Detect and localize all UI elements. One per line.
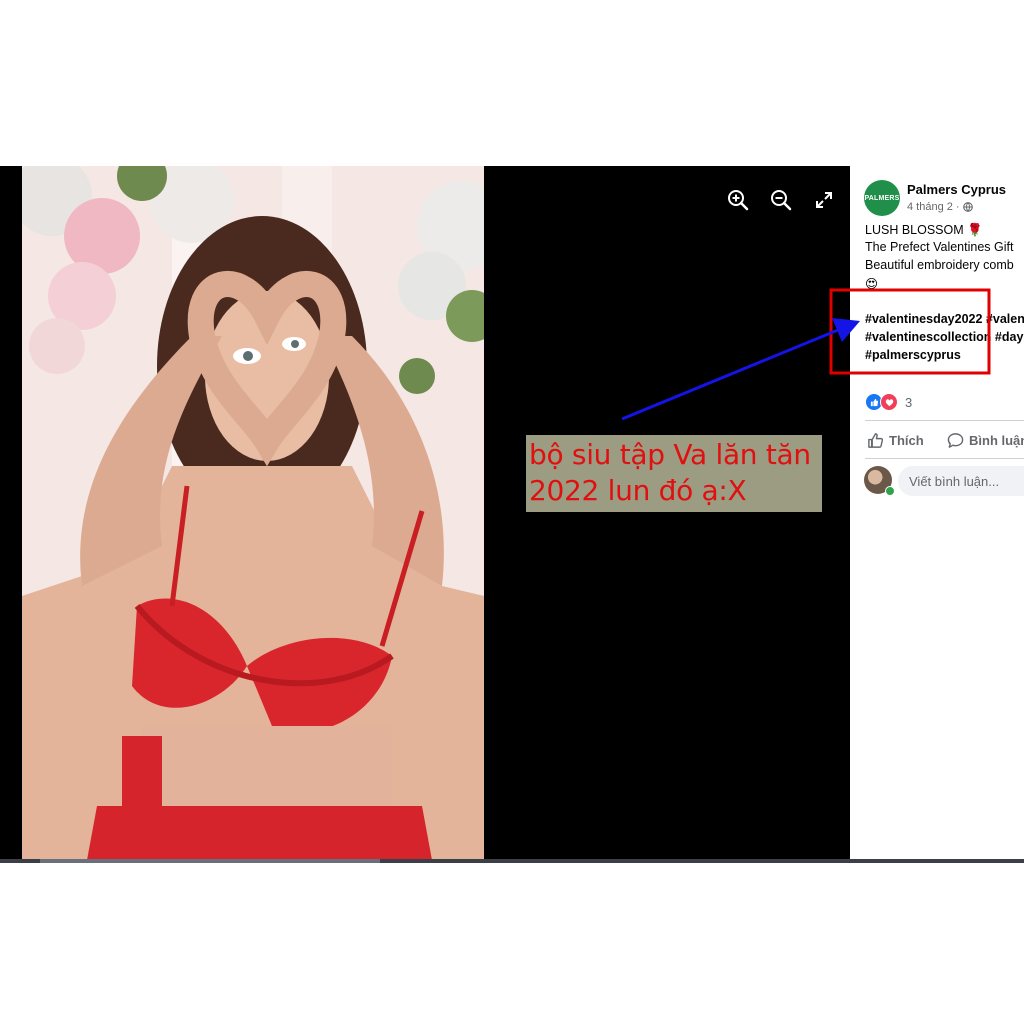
zoom-out-icon <box>771 190 792 211</box>
fullscreen-button[interactable] <box>810 186 838 214</box>
page-name[interactable]: Palmers Cyprus <box>907 182 1006 197</box>
zoom-in-button[interactable] <box>724 186 752 214</box>
hashtag-line[interactable]: #valentinesday2022 #valen <box>865 312 1024 326</box>
zoom-out-button[interactable] <box>767 186 795 214</box>
photo-viewer <box>0 166 850 860</box>
page-logo-text: PALMERS <box>864 194 900 202</box>
post-side-panel: PALMERS Palmers Cyprus 4 tháng 2 · LUSH … <box>850 166 1024 860</box>
online-status-dot <box>885 486 895 496</box>
comment-label: Bình luận <box>969 432 1024 448</box>
photo-illustration <box>22 166 484 860</box>
like-button[interactable]: Thích <box>867 428 924 452</box>
hashtag-line[interactable]: #palmerscyprus <box>865 348 961 362</box>
fullscreen-icon <box>816 192 832 208</box>
post-photo[interactable] <box>22 166 484 860</box>
filmstrip-bar <box>0 859 1024 863</box>
globe-icon <box>962 202 973 212</box>
comment-icon <box>947 432 964 448</box>
annotation-caption: bộ siu tập Va lăn tăn 2022 lun đó ạ:X <box>526 435 822 512</box>
annotation-line-2: 2022 lun đó ạ:X <box>529 474 747 507</box>
post-text-line: 😍 <box>865 277 879 291</box>
love-reaction-icon <box>880 393 898 411</box>
like-label: Thích <box>889 432 924 448</box>
post-text-line: LUSH BLOSSOM 🌹 <box>865 223 983 237</box>
filmstrip-segment <box>40 859 380 863</box>
comment-button[interactable]: Bình luận <box>947 428 1024 452</box>
divider <box>865 420 1024 421</box>
comment-input[interactable] <box>898 466 1024 496</box>
post-meta: 4 tháng 2 · <box>907 201 973 213</box>
post-text-line: Beautiful embroidery comb <box>865 258 1014 272</box>
hashtag-line[interactable]: #valentinescollection #day <box>865 330 1023 344</box>
post-date[interactable]: 4 tháng 2 · <box>907 201 960 213</box>
zoom-in-icon <box>728 190 749 211</box>
post-text-line: The Prefect Valentines Gift <box>865 240 1014 254</box>
thumbs-up-icon <box>868 432 884 448</box>
reaction-count: 3 <box>905 394 913 410</box>
annotation-line-1: bộ siu tập Va lăn tăn <box>529 438 811 471</box>
page-avatar[interactable]: PALMERS <box>864 180 900 216</box>
reaction-summary[interactable]: 3 <box>865 393 912 411</box>
divider <box>865 458 1024 459</box>
